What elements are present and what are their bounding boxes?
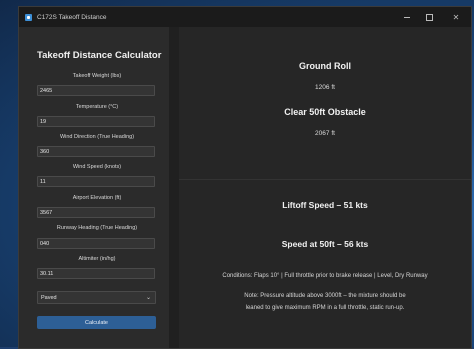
runway-heading-label: Runway Heading (True Heading)	[56, 225, 138, 231]
wind-speed-label: Wind Speed (knots)	[72, 164, 122, 170]
altimeter-label: Altimiter (in/hg)	[78, 256, 116, 262]
ground-roll-title: Ground Roll	[299, 61, 351, 71]
app-window: C172S Takeoff Distance ✕ Takeoff Distanc…	[18, 6, 472, 349]
calculate-button[interactable]: Calculate	[37, 316, 156, 329]
distance-results-card: Ground Roll 1206 ft Clear 50ft Obstacle …	[179, 27, 471, 180]
maximize-button[interactable]	[418, 7, 441, 27]
maximize-icon	[426, 13, 433, 21]
form-title: Takeoff Distance Calculator	[37, 50, 162, 61]
results-panel: Ground Roll 1206 ft Clear 50ft Obstacle …	[179, 27, 471, 348]
obstacle-title: Clear 50ft Obstacle	[284, 107, 366, 117]
window-title: C172S Takeoff Distance	[37, 13, 107, 21]
temperature-input[interactable]	[37, 116, 155, 127]
app-icon	[25, 13, 32, 21]
altimeter-input[interactable]	[37, 268, 155, 279]
note-line-1: Note: Pressure altitude above 3000ft – t…	[244, 293, 406, 299]
close-button[interactable]: ✕	[441, 7, 471, 27]
title-bar[interactable]: C172S Takeoff Distance ✕	[19, 7, 471, 27]
note-line-2: leaned to give maximum RPM in a full thr…	[245, 305, 405, 311]
liftoff-speed: Liftoff Speed – 51 kts	[282, 200, 368, 210]
ground-roll-value: 1206 ft	[315, 84, 335, 91]
wind-speed-input[interactable]	[37, 176, 155, 187]
chevron-down-icon: ⌄	[145, 295, 151, 301]
temperature-label: Temperature (°C)	[75, 104, 119, 110]
conditions-text: Conditions: Flaps 10° | Full throttle pr…	[222, 273, 428, 279]
wind-direction-input[interactable]	[37, 146, 155, 157]
takeoff-weight-input[interactable]	[37, 85, 155, 96]
airport-elevation-input[interactable]	[37, 207, 155, 218]
minimize-button[interactable]	[395, 7, 418, 27]
airport-elevation-label: Airport Elevation (ft)	[72, 195, 122, 201]
minimize-icon	[403, 16, 410, 18]
runway-heading-input[interactable]	[37, 238, 155, 249]
obstacle-value: 2067 ft	[315, 130, 335, 137]
speed-at-50ft: Speed at 50ft – 56 kts	[281, 239, 369, 249]
input-panel: Takeoff Distance Calculator Takeoff Weig…	[19, 27, 169, 348]
close-icon: ✕	[452, 12, 460, 22]
speed-results-card: Liftoff Speed – 51 kts Speed at 50ft – 5…	[179, 181, 471, 348]
wind-direction-label: Wind Direction (True Heading)	[59, 134, 135, 140]
runway-surface-value: Paved	[41, 294, 57, 301]
runway-surface-select[interactable]: Paved ⌄	[37, 291, 156, 304]
takeoff-weight-label: Takeoff Weight (lbs)	[72, 73, 122, 79]
